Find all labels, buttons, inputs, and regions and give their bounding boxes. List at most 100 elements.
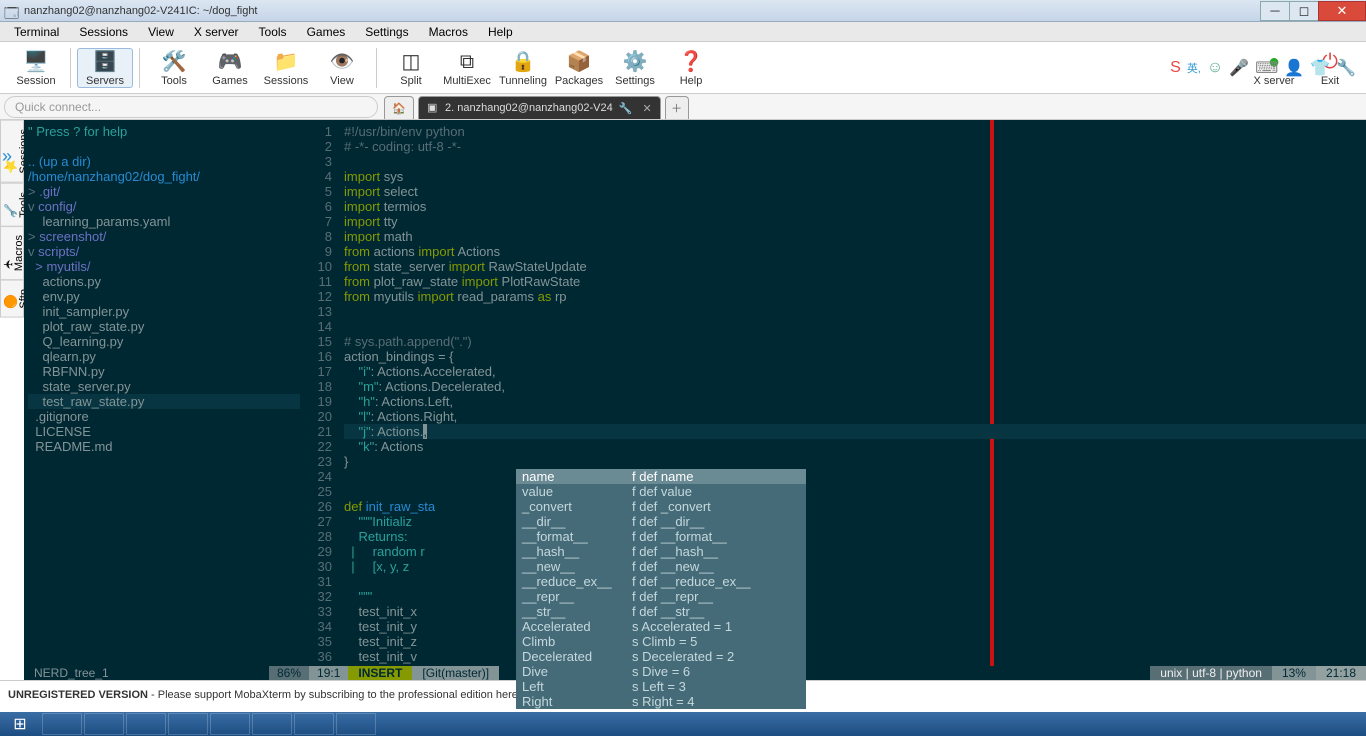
home-tab[interactable]: 🏠	[384, 96, 414, 119]
taskbar-item[interactable]	[126, 713, 166, 735]
toolbar-help[interactable]: ❓Help	[663, 49, 719, 87]
menu-settings[interactable]: Settings	[355, 25, 418, 39]
expand-sidebar-icon[interactable]: »	[2, 146, 12, 167]
session-tab[interactable]: ▣ 2. nanzhang02@nanzhang02-V24 🔧 ✕	[418, 96, 661, 119]
tab-close-icon[interactable]: ✕	[642, 102, 651, 115]
taskbar-item[interactable]	[84, 713, 124, 735]
autocomplete-item[interactable]: Dives Dive = 6	[516, 664, 806, 679]
sessions-icon: 📁	[274, 49, 299, 75]
status-mode: INSERT	[348, 666, 412, 680]
toolbar-settings[interactable]: ⚙️Settings	[607, 49, 663, 87]
status-nerdname: NERD_tree_1	[24, 666, 269, 680]
autocomplete-popup[interactable]: namef def namevaluef def value_convertf …	[516, 469, 806, 709]
toolbar-games[interactable]: 🎮Games	[202, 49, 258, 87]
autocomplete-item[interactable]: __repr__f def __repr__	[516, 589, 806, 604]
menu-bar: TerminalSessionsViewX serverToolsGamesSe…	[0, 22, 1366, 42]
terminal-icon: ▣	[427, 101, 441, 115]
tools-icon: 🛠️	[162, 49, 187, 75]
toolbar-tools[interactable]: 🛠️Tools	[146, 49, 202, 87]
autocomplete-item[interactable]: __hash__f def __hash__	[516, 544, 806, 559]
menu-terminal[interactable]: Terminal	[4, 25, 69, 39]
settings-icon: ⚙️	[623, 49, 648, 75]
taskbar-item[interactable]	[210, 713, 250, 735]
toolbar-session[interactable]: 🖥️Session	[8, 49, 64, 87]
close-button[interactable]: ✕	[1318, 1, 1366, 21]
taskbar-item[interactable]	[42, 713, 82, 735]
toolbar-sessions[interactable]: 📁Sessions	[258, 49, 314, 87]
status-nerdpos: 19:1	[309, 666, 348, 680]
minimize-button[interactable]: ─	[1260, 1, 1290, 21]
sidetab-tools[interactable]: 🔧Tools	[0, 183, 24, 227]
window-title: nanzhang02@nanzhang02-V241IC: ~/dog_figh…	[24, 5, 258, 17]
wrench-icon[interactable]: 🔧	[1336, 58, 1356, 78]
start-button[interactable]: ⊞	[0, 712, 40, 736]
session-icon: 🖥️	[24, 49, 49, 75]
window-titlebar: 🗔 nanzhang02@nanzhang02-V241IC: ~/dog_fi…	[0, 0, 1366, 22]
autocomplete-item[interactable]: __dir__f def __dir__	[516, 514, 806, 529]
toolbar-multiexec[interactable]: ⧉MultiExec	[439, 49, 495, 87]
smile-icon[interactable]: ☺	[1207, 59, 1223, 77]
shirt-icon[interactable]: 👕	[1310, 58, 1330, 78]
unregistered-label: UNREGISTERED VERSION	[8, 689, 148, 701]
sidetab-sftp[interactable]: 🟠Sftp	[0, 280, 24, 318]
maximize-button[interactable]: ◻	[1289, 1, 1319, 21]
toolbar-servers[interactable]: 🗄️Servers	[77, 48, 133, 88]
menu-help[interactable]: Help	[478, 25, 523, 39]
multiexec-icon: ⧉	[460, 49, 474, 75]
user-icon[interactable]: 👤	[1284, 58, 1304, 78]
autocomplete-item[interactable]: namef def name	[516, 469, 806, 484]
menu-sessions[interactable]: Sessions	[69, 25, 138, 39]
new-tab-button[interactable]: ＋	[665, 96, 689, 119]
mic-icon[interactable]: 🎤	[1229, 58, 1249, 78]
nerdtree-panel[interactable]: " Press ? for help.. (up a dir)/home/nan…	[24, 120, 300, 666]
source-code[interactable]: #!/usr/bin/env python # -*- coding: utf-…	[344, 124, 1366, 664]
packages-icon: 📦	[567, 49, 592, 75]
line-numbers: 1234567891011121314151617181920212223242…	[300, 124, 340, 664]
sidetab-macros[interactable]: ✈Macros	[0, 226, 24, 280]
taskbar-item[interactable]	[252, 713, 292, 735]
toolbar: 🖥️Session 🗄️Servers 🛠️Tools🎮Games📁Sessions…	[0, 42, 1366, 94]
tab-label: 2. nanzhang02@nanzhang02-V24	[445, 102, 613, 114]
windows-taskbar[interactable]: ⊞	[0, 712, 1366, 736]
toolbar-split[interactable]: ◫Split	[383, 49, 439, 87]
toolbar-view[interactable]: 👁️View	[314, 49, 370, 87]
autocomplete-item[interactable]: Lefts Left = 3	[516, 679, 806, 694]
autocomplete-item[interactable]: __str__f def __str__	[516, 604, 806, 619]
lang-icon[interactable]: 英,	[1187, 60, 1201, 76]
menu-view[interactable]: View	[138, 25, 184, 39]
autocomplete-item[interactable]: valuef def value	[516, 484, 806, 499]
quick-connect-input[interactable]: Quick connect...	[4, 96, 378, 118]
taskbar-item[interactable]	[168, 713, 208, 735]
menu-games[interactable]: Games	[297, 25, 356, 39]
status-pos: 21:18	[1316, 666, 1366, 680]
menu-xserver[interactable]: X server	[184, 25, 249, 39]
menu-tools[interactable]: Tools	[249, 25, 297, 39]
view-icon: 👁️	[330, 49, 355, 75]
autocomplete-item[interactable]: __new__f def __new__	[516, 559, 806, 574]
status-nerdpct: 86%	[269, 666, 309, 680]
taskbar-item[interactable]	[336, 713, 376, 735]
servers-icon: 🗄️	[93, 49, 118, 75]
toolbar-packages[interactable]: 📦Packages	[551, 49, 607, 87]
autocomplete-item[interactable]: __format__f def __format__	[516, 529, 806, 544]
tunneling-icon: 🔒	[511, 49, 536, 75]
toolbar-tunneling[interactable]: 🔒Tunneling	[495, 49, 551, 87]
autocomplete-item[interactable]: __reduce_ex__f def __reduce_ex__	[516, 574, 806, 589]
ime-icon[interactable]: S	[1170, 59, 1181, 77]
autocomplete-item[interactable]: Decelerateds Decelerated = 2	[516, 649, 806, 664]
taskbar-item[interactable]	[294, 713, 334, 735]
app-icon: 🗔	[4, 3, 20, 19]
code-panel[interactable]: 1234567891011121314151617181920212223242…	[300, 120, 1366, 666]
split-icon: ◫	[402, 49, 421, 75]
status-git: [Git(master)]	[412, 666, 499, 680]
tray-icons: S 英, ☺ 🎤 ⌨ 👤 👕 🔧	[1170, 58, 1356, 78]
keyboard-icon[interactable]: ⌨	[1255, 58, 1278, 78]
autocomplete-item[interactable]: _convertf def _convert	[516, 499, 806, 514]
help-icon: ❓	[679, 49, 704, 75]
autocomplete-item[interactable]: Rights Right = 4	[516, 694, 806, 709]
menu-macros[interactable]: Macros	[419, 25, 478, 39]
autocomplete-item[interactable]: Accelerateds Accelerated = 1	[516, 619, 806, 634]
games-icon: 🎮	[218, 49, 243, 75]
autocomplete-item[interactable]: Climbs Climb = 5	[516, 634, 806, 649]
tab-settings-icon[interactable]: 🔧	[619, 102, 633, 115]
